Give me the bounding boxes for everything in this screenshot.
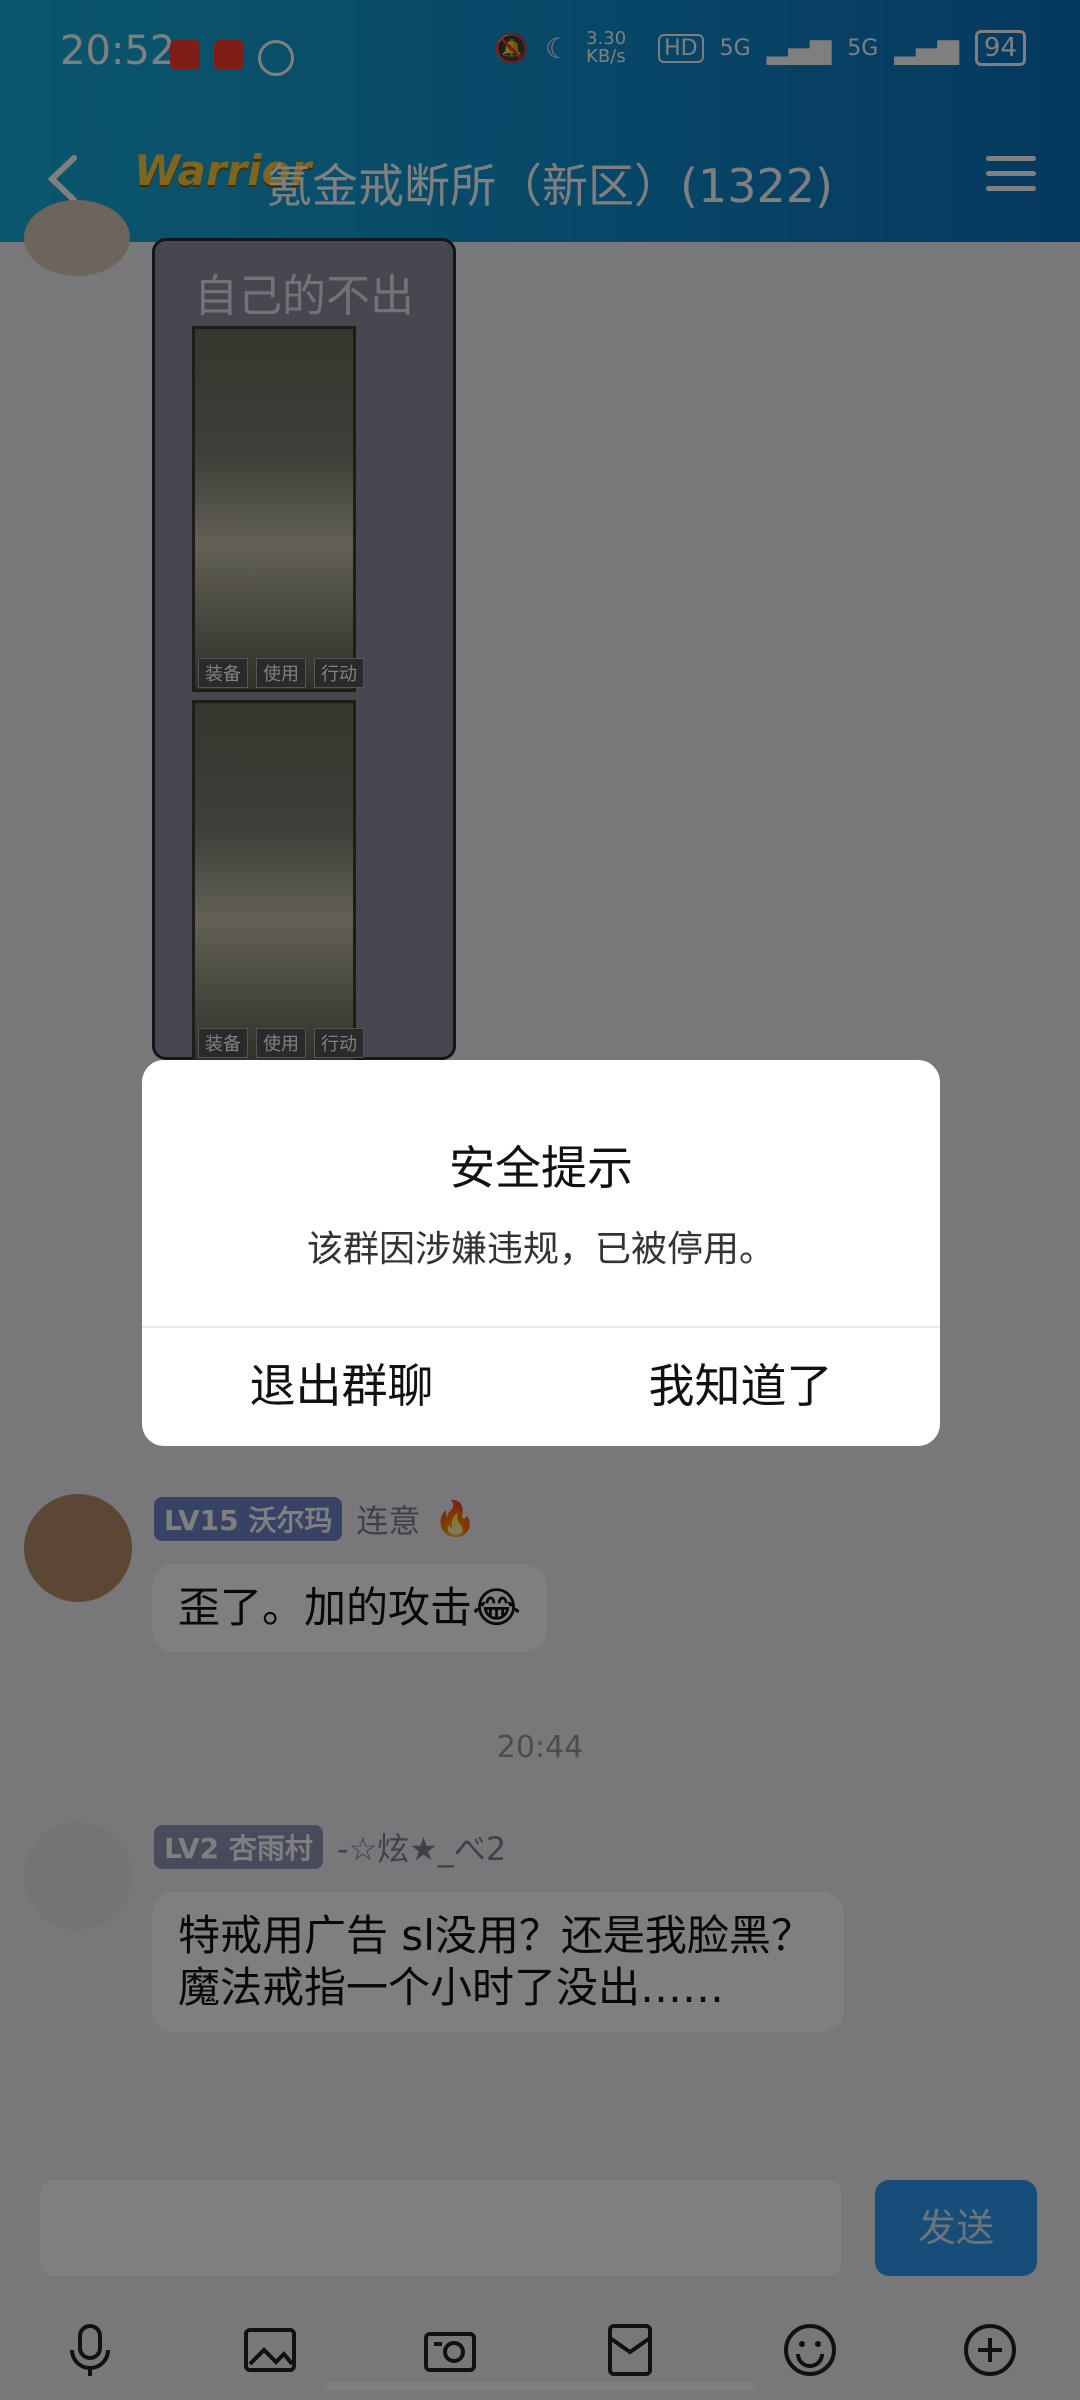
acknowledge-button[interactable]: 我知道了 (541, 1326, 940, 1446)
exit-group-button[interactable]: 退出群聊 (142, 1326, 541, 1446)
security-dialog: 安全提示 该群因涉嫌违规，已被停用。 退出群聊 我知道了 (142, 1060, 940, 1446)
dialog-title: 安全提示 (449, 1141, 633, 1195)
dialog-message: 该群因涉嫌违规，已被停用。 (306, 1229, 775, 1270)
